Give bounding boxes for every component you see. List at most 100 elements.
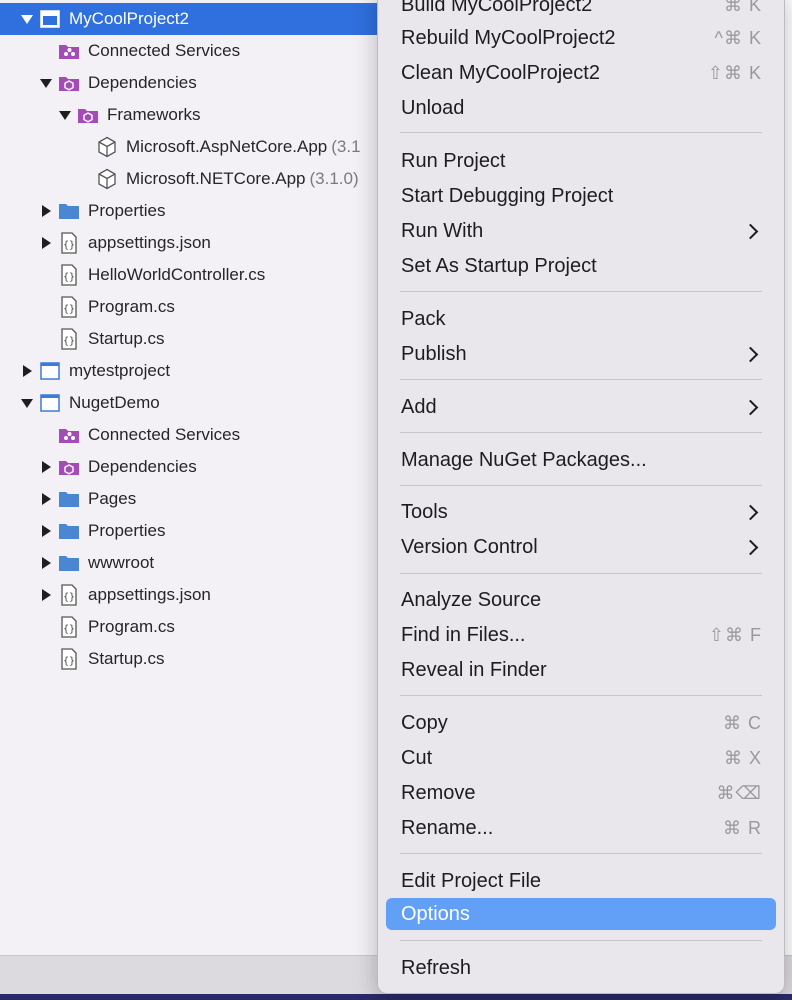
project-icon [39, 360, 61, 382]
shortcut-label: ⌘ R [723, 817, 762, 838]
menu-item-copy[interactable]: Copy ⌘ C [386, 707, 776, 739]
code-file-icon: {} [58, 648, 80, 670]
code-file-icon: {} [58, 328, 80, 350]
menu-item-clean[interactable]: Clean MyCoolProject2 ⇧⌘ K [386, 57, 776, 89]
expand-toggle[interactable] [38, 235, 54, 251]
menu-separator [400, 573, 762, 574]
menu-item-start-debugging[interactable]: Start Debugging Project [386, 180, 776, 212]
menu-item-analyze-source[interactable]: Analyze Source [386, 584, 776, 616]
menu-item-run-with[interactable]: Run With [386, 215, 776, 247]
tree-item-startup-cs[interactable]: {} Startup.cs [0, 323, 420, 355]
code-file-icon: {} [58, 264, 80, 286]
svg-text:{}: {} [63, 336, 75, 347]
expand-toggle[interactable] [38, 459, 54, 475]
tree-item-label: NugetDemo [69, 393, 160, 412]
menu-item-remove[interactable]: Remove ⌘⌫ [386, 777, 776, 809]
tree-item-appsettings-json[interactable]: {} appsettings.json [0, 579, 420, 611]
menu-separator [400, 132, 762, 133]
tree-item-label: Microsoft.AspNetCore.App [126, 137, 328, 156]
svg-text:{}: {} [63, 240, 75, 251]
menu-item-rename[interactable]: Rename... ⌘ R [386, 812, 776, 844]
svg-text:{}: {} [63, 304, 75, 315]
expand-toggle[interactable] [38, 491, 54, 507]
tree-item-helloworldcontroller-cs[interactable]: {} HelloWorldController.cs [0, 259, 420, 291]
shortcut-label: ⌘ K [723, 0, 762, 15]
tree-item-mytestproject[interactable]: mytestproject [0, 355, 420, 387]
tree-item-microsoft-aspnetcore-app[interactable]: Microsoft.AspNetCore.App (3.1 [0, 131, 420, 163]
menu-item-version-control[interactable]: Version Control [386, 531, 776, 563]
tree-item-appsettings-json[interactable]: {} appsettings.json [0, 227, 420, 259]
tree-item-properties[interactable]: Properties [0, 515, 420, 547]
menu-item-unload[interactable]: Unload [386, 92, 776, 124]
expand-toggle[interactable] [38, 75, 54, 91]
tree-item-label: Program.cs [88, 297, 175, 316]
connected-services-icon [58, 40, 80, 62]
menu-item-tools[interactable]: Tools [386, 496, 776, 528]
menu-item-cut[interactable]: Cut ⌘ X [386, 742, 776, 774]
tree-item-dependencies[interactable]: Dependencies [0, 67, 420, 99]
folder-icon [58, 488, 80, 510]
shortcut-label: ⇧⌘ F [708, 624, 762, 645]
menu-separator [400, 695, 762, 696]
tree-item-label: Dependencies [88, 457, 197, 476]
frameworks-folder-icon [77, 104, 99, 126]
package-icon [96, 168, 118, 190]
menu-separator [400, 485, 762, 486]
menu-item-add[interactable]: Add [386, 391, 776, 423]
chevron-right-icon [742, 223, 759, 239]
dependencies-icon [58, 456, 80, 478]
menu-item-run-project[interactable]: Run Project [386, 145, 776, 177]
menu-item-pack[interactable]: Pack [386, 303, 776, 335]
tree-item-label: MyCoolProject2 [69, 9, 189, 28]
menu-item-publish[interactable]: Publish [386, 338, 776, 370]
code-file-icon: {} [58, 232, 80, 254]
dock-edge [0, 994, 792, 1000]
svg-text:{}: {} [63, 592, 75, 603]
shortcut-label: ⌘ X [723, 747, 762, 768]
tree-item-startup-cs[interactable]: {} Startup.cs [0, 643, 420, 675]
tree-item-properties[interactable]: Properties [0, 195, 420, 227]
svg-text:{}: {} [63, 272, 75, 283]
code-file-icon: {} [58, 584, 80, 606]
project-icon [39, 392, 61, 414]
menu-item-rebuild[interactable]: Rebuild MyCoolProject2 ^⌘ K [386, 22, 776, 54]
expand-toggle[interactable] [38, 587, 54, 603]
tree-item-nugetdemo[interactable]: NugetDemo [0, 387, 420, 419]
folder-icon [58, 520, 80, 542]
menu-item-reveal-in-finder[interactable]: Reveal in Finder [386, 654, 776, 686]
tree-item-label: Connected Services [88, 41, 241, 60]
expand-toggle[interactable] [19, 11, 35, 27]
menu-item-options[interactable]: Options [386, 898, 776, 930]
tree-item-wwwroot[interactable]: wwwroot [0, 547, 420, 579]
expand-toggle[interactable] [38, 523, 54, 539]
tree-item-connected-services[interactable]: Connected Services [0, 419, 420, 451]
expand-toggle[interactable] [19, 395, 35, 411]
code-file-icon: {} [58, 616, 80, 638]
menu-item-find-in-files[interactable]: Find in Files... ⇧⌘ F [386, 619, 776, 651]
tree-item-pages[interactable]: Pages [0, 483, 420, 515]
menu-item-set-startup[interactable]: Set As Startup Project [386, 250, 776, 282]
menu-item-build[interactable]: Build MyCoolProject2 ⌘ K [386, 0, 776, 21]
tree-item-program-cs[interactable]: {} Program.cs [0, 291, 420, 323]
menu-item-edit-project-file[interactable]: Edit Project File [386, 865, 776, 897]
expand-toggle[interactable] [57, 107, 73, 123]
expand-toggle[interactable] [19, 363, 35, 379]
menu-item-refresh[interactable]: Refresh [386, 952, 776, 984]
tree-item-connected-services[interactable]: Connected Services [0, 35, 420, 67]
tree-item-dependencies[interactable]: Dependencies [0, 451, 420, 483]
menu-separator [400, 379, 762, 380]
expand-toggle[interactable] [38, 203, 54, 219]
tree-item-label: Startup.cs [88, 329, 165, 348]
menu-separator [400, 940, 762, 941]
tree-item-frameworks[interactable]: Frameworks [0, 99, 420, 131]
expand-toggle[interactable] [38, 555, 54, 571]
tree-item-mycoolproject2[interactable]: MyCoolProject2 [0, 3, 420, 35]
shortcut-label: ^⌘ K [714, 27, 762, 48]
tree-item-microsoft-netcore-app[interactable]: Microsoft.NETCore.App (3.1.0) [0, 163, 420, 195]
menu-separator [400, 291, 762, 292]
tree-item-label: wwwroot [88, 553, 155, 572]
dependencies-icon [58, 72, 80, 94]
shortcut-label: ⌘ C [723, 712, 762, 733]
menu-item-manage-nuget[interactable]: Manage NuGet Packages... [386, 444, 776, 476]
tree-item-program-cs[interactable]: {} Program.cs [0, 611, 420, 643]
